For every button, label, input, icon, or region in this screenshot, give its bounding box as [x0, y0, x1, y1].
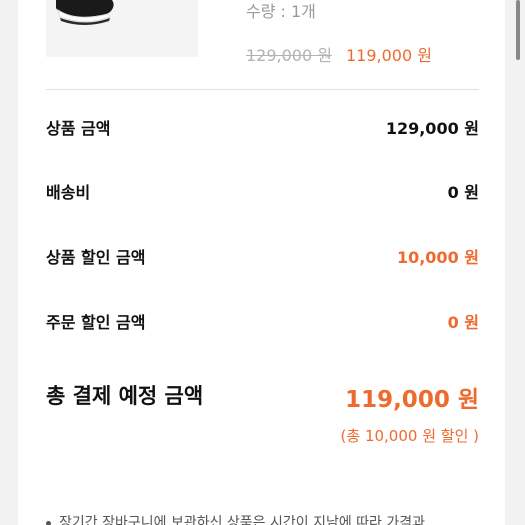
order-summary-card: 수량 : 1개 129,000 원 119,000 원 상품 금액 129,00… — [18, 0, 505, 525]
summary-row-label: 주문 할인 금액 — [46, 313, 146, 332]
total-discount-note: (총 10,000 원 할인 ) — [340, 427, 479, 445]
summary-row-label: 상품 할인 금액 — [46, 248, 146, 267]
scrollbar[interactable] — [516, 0, 520, 60]
summary-row-label: 상품 금액 — [46, 119, 111, 138]
original-price: 129,000 원 — [246, 46, 332, 65]
summary-row-product-discount: 상품 할인 금액 10,000 원 — [46, 244, 479, 270]
cart-notice-text: 장기간 장바구니에 보관하신 상품은 시간이 지남에 따라 가격과 — [59, 515, 426, 525]
total-label: 총 결제 예정 금액 — [46, 384, 204, 408]
sneaker-image-icon — [56, 0, 114, 25]
product-thumbnail[interactable] — [46, 0, 198, 57]
sale-price: 119,000 원 — [346, 46, 432, 65]
summary-row-order-discount: 주문 할인 금액 0 원 — [46, 309, 479, 335]
cart-notice: 장기간 장바구니에 보관하신 상품은 시간이 지남에 따라 가격과 — [46, 512, 486, 525]
summary-row-label: 배송비 — [46, 183, 91, 202]
summary-row-value: 129,000 원 — [385, 119, 479, 138]
section-divider — [46, 89, 479, 90]
product-item: 수량 : 1개 129,000 원 119,000 원 — [46, 0, 476, 80]
total-value: 119,000 원 — [345, 387, 479, 413]
summary-row-value: 0 원 — [447, 313, 479, 332]
quantity-text: 수량 : 1개 — [246, 2, 316, 21]
bullet-icon — [46, 520, 51, 525]
total-row: 총 결제 예정 금액 119,000 원 — [46, 380, 479, 413]
summary-row-value: 10,000 원 — [396, 248, 479, 267]
summary-row-product-amount: 상품 금액 129,000 원 — [46, 115, 479, 141]
summary-row-value: 0 원 — [447, 183, 479, 202]
summary-row-shipping: 배송비 0 원 — [46, 179, 479, 205]
